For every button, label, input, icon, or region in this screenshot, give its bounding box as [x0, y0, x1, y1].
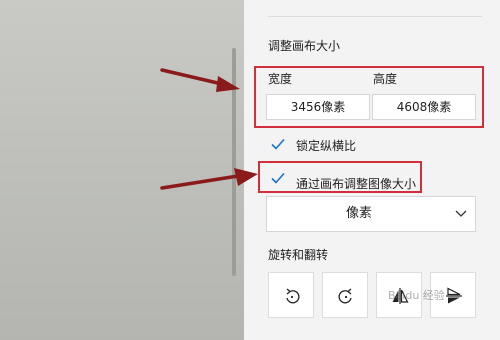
lock-aspect-checkbox[interactable] [270, 136, 286, 152]
highlight-box-checkbox [258, 161, 422, 193]
annotation-arrow-icon [160, 68, 240, 92]
watermark: Baidu 经验 [388, 289, 445, 302]
check-icon [271, 138, 285, 150]
rotate-right-button[interactable] [322, 272, 368, 318]
flip-vertical-icon [446, 287, 462, 304]
chevron-down-icon [455, 210, 467, 217]
lock-aspect-label: 锁定纵横比 [296, 139, 357, 153]
rotate-left-icon [286, 288, 300, 304]
section-title-resize-canvas: 调整画布大小 [268, 39, 341, 53]
annotation-arrow-icon [160, 168, 258, 190]
top-divider [268, 16, 482, 17]
unit-dropdown[interactable]: 像素 [266, 196, 476, 232]
rotate-flip-title: 旋转和翻转 [268, 248, 329, 262]
highlight-box-size [254, 66, 484, 128]
rotate-left-button[interactable] [268, 272, 314, 318]
unit-dropdown-value: 像素 [345, 206, 372, 221]
rotate-right-icon [338, 288, 352, 304]
